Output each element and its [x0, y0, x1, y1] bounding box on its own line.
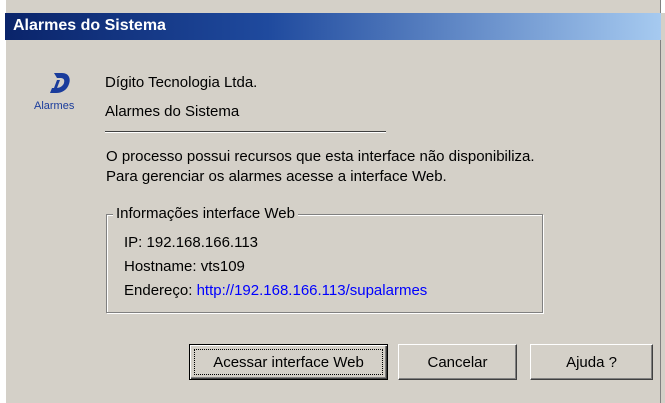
product-name: Alarmes do Sistema — [105, 103, 240, 120]
window-title: Alarmes do Sistema — [13, 17, 166, 34]
address-label: Endereço: — [124, 282, 193, 299]
ip-address: IP: 192.168.166.113 — [124, 234, 259, 251]
logo-label: Alarmes — [34, 100, 75, 112]
digitro-logo-icon — [50, 73, 70, 93]
address-link[interactable]: http://192.168.166.113/supalarmes — [197, 282, 428, 299]
dialog-frame — [5, 0, 661, 403]
address-row: Endereço: http://192.168.166.113/supalar… — [124, 282, 427, 299]
header-divider — [105, 131, 386, 133]
title-bar[interactable]: Alarmes do Sistema — [5, 13, 661, 40]
cancel-button[interactable]: Cancelar — [398, 344, 517, 380]
access-web-button[interactable]: Acessar interface Web — [189, 344, 388, 380]
message-line-1: O processo possui recursos que esta inte… — [106, 148, 535, 165]
company-name: Dígito Tecnologia Ltda. — [105, 74, 258, 91]
logo: Alarmes — [34, 71, 94, 121]
cancel-button-label: Cancelar — [427, 353, 488, 371]
message-line-2: Para gerenciar os alarmes acesse a inter… — [106, 168, 447, 185]
web-info-legend: Informações interface Web — [113, 205, 298, 222]
access-web-button-label: Acessar interface Web — [213, 353, 364, 371]
help-button-label: Ajuda ? — [566, 353, 617, 371]
dialog-window: Alarmes do Sistema Alarmes Dígito Tecnol… — [0, 0, 665, 403]
help-button[interactable]: Ajuda ? — [530, 344, 653, 380]
hostname: Hostname: vts109 — [124, 258, 245, 275]
